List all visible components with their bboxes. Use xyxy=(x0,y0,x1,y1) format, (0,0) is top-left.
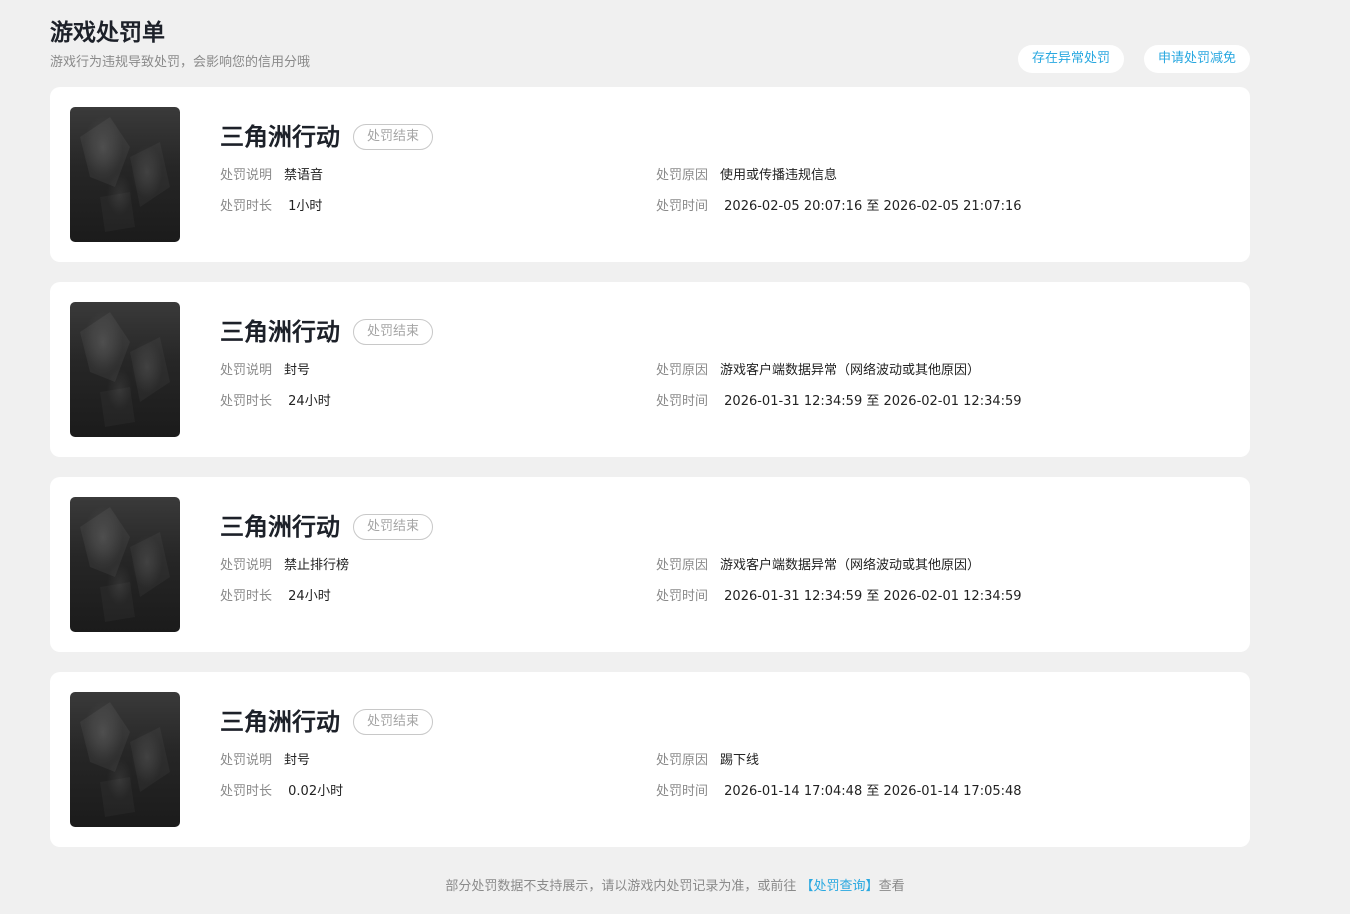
penalty-duration-label: 处罚时长 xyxy=(220,589,273,604)
penalty-duration-field: 处罚时长 1小时 xyxy=(220,198,322,216)
page-title: 游戏处罚单 xyxy=(50,20,165,46)
footer-text: 部分处罚数据不支持展示，请以游戏内处罚记录为准，或前往 xyxy=(445,879,801,894)
game-cover-image xyxy=(70,302,180,437)
penalty-reason-label: 处罚原因 xyxy=(656,558,709,573)
penalty-desc-value: 封号 xyxy=(284,363,311,378)
penalty-time-field: 处罚时间 2026-01-31 12:34:59 至 2026-02-01 12… xyxy=(656,588,1022,606)
abnormal-penalty-button[interactable]: 存在异常处罚 xyxy=(1017,45,1124,73)
penalty-reason-label: 处罚原因 xyxy=(656,363,709,378)
page-subtitle: 游戏行为违规导致处罚，会影响您的信用分哦 xyxy=(50,55,311,70)
penalty-time-label: 处罚时间 xyxy=(656,394,709,409)
status-badge: 处罚结束 xyxy=(353,319,434,345)
page-header: 游戏处罚单 游戏行为违规导致处罚，会影响您的信用分哦 xyxy=(50,18,310,72)
penalty-card: 三角洲行动 处罚结束 处罚说明 封号 处罚原因 游戏客户端数据异常（网络波动或其他原… xyxy=(50,282,1250,457)
status-badge: 处罚结束 xyxy=(353,124,434,150)
penalty-time-field: 处罚时间 2026-01-14 17:04:48 至 2026-01-14 17… xyxy=(656,783,1022,801)
penalty-card: 三角洲行动 处罚结束 处罚说明 禁语音 处罚原因 使用或传播违规信息 处罚时长 1小… xyxy=(50,87,1250,262)
penalty-time-label: 处罚时间 xyxy=(656,784,709,799)
penalty-reason-field: 处罚原因 踢下线 xyxy=(656,752,759,770)
game-cover-image xyxy=(70,497,180,632)
game-cover-image xyxy=(70,107,180,242)
game-cover-image xyxy=(70,692,180,827)
penalty-duration-field: 处罚时长 24小时 xyxy=(220,588,331,606)
penalty-duration-label: 处罚时长 xyxy=(220,199,273,214)
status-badge: 处罚结束 xyxy=(353,709,434,735)
penalty-time-value: 2026-01-31 12:34:59 至 2026-02-01 12:34:5… xyxy=(720,589,1022,604)
penalty-desc-value: 封号 xyxy=(284,753,311,768)
penalty-reason-value: 游戏客户端数据异常（网络波动或其他原因） xyxy=(720,363,981,378)
game-name: 三角洲行动 xyxy=(220,123,340,151)
penalty-time-value: 2026-01-14 17:04:48 至 2026-01-14 17:05:4… xyxy=(720,784,1022,799)
penalty-duration-value: 0.02小时 xyxy=(284,784,344,799)
footer-text-end: 查看 xyxy=(878,879,905,894)
penalty-duration-value: 24小时 xyxy=(284,589,331,604)
penalty-card: 三角洲行动 处罚结束 处罚说明 封号 处罚原因 踢下线 处罚时长 0.02小时 处罚… xyxy=(50,672,1250,847)
penalty-desc-field: 处罚说明 封号 xyxy=(220,752,310,770)
penalty-duration-label: 处罚时长 xyxy=(220,394,273,409)
header-actions: 存在异常处罚 申请处罚减免 xyxy=(1017,45,1250,73)
game-name: 三角洲行动 xyxy=(220,708,340,736)
penalty-duration-field: 处罚时长 0.02小时 xyxy=(220,783,343,801)
penalty-duration-field: 处罚时长 24小时 xyxy=(220,393,331,411)
penalty-reason-field: 处罚原因 使用或传播违规信息 xyxy=(656,167,837,185)
penalty-reason-value: 游戏客户端数据异常（网络波动或其他原因） xyxy=(720,558,981,573)
penalty-desc-field: 处罚说明 禁止排行榜 xyxy=(220,557,349,575)
penalty-reason-field: 处罚原因 游戏客户端数据异常（网络波动或其他原因） xyxy=(656,557,980,575)
penalty-card: 三角洲行动 处罚结束 处罚说明 禁止排行榜 处罚原因 游戏客户端数据异常（网络波动或… xyxy=(50,477,1250,652)
game-name: 三角洲行动 xyxy=(220,513,340,541)
footer-note: 部分处罚数据不支持展示，请以游戏内处罚记录为准，或前往 【处罚查询】查看 xyxy=(0,878,1350,896)
penalty-desc-field: 处罚说明 封号 xyxy=(220,362,310,380)
penalty-time-value: 2026-02-05 20:07:16 至 2026-02-05 21:07:1… xyxy=(720,199,1022,214)
penalty-desc-label: 处罚说明 xyxy=(220,168,273,183)
penalty-query-link[interactable]: 【处罚查询】 xyxy=(801,879,879,894)
penalty-time-label: 处罚时间 xyxy=(656,589,709,604)
penalty-reason-label: 处罚原因 xyxy=(656,753,709,768)
penalty-reason-value: 使用或传播违规信息 xyxy=(720,168,838,183)
penalty-time-label: 处罚时间 xyxy=(656,199,709,214)
penalty-duration-value: 1小时 xyxy=(284,199,323,214)
penalty-desc-field: 处罚说明 禁语音 xyxy=(220,167,323,185)
penalty-desc-value: 禁止排行榜 xyxy=(284,558,350,573)
penalty-desc-label: 处罚说明 xyxy=(220,558,273,573)
penalty-desc-label: 处罚说明 xyxy=(220,363,273,378)
penalty-time-field: 处罚时间 2026-01-31 12:34:59 至 2026-02-01 12… xyxy=(656,393,1022,411)
penalty-duration-label: 处罚时长 xyxy=(220,784,273,799)
penalty-reason-value: 踢下线 xyxy=(720,753,760,768)
penalty-time-value: 2026-01-31 12:34:59 至 2026-02-01 12:34:5… xyxy=(720,394,1022,409)
status-badge: 处罚结束 xyxy=(353,514,434,540)
penalty-duration-value: 24小时 xyxy=(284,394,331,409)
penalty-list: 三角洲行动 处罚结束 处罚说明 禁语音 处罚原因 使用或传播违规信息 处罚时长 1小… xyxy=(50,87,1250,867)
penalty-desc-value: 禁语音 xyxy=(284,168,324,183)
apply-reduction-button[interactable]: 申请处罚减免 xyxy=(1143,45,1250,73)
penalty-time-field: 处罚时间 2026-02-05 20:07:16 至 2026-02-05 21… xyxy=(656,198,1022,216)
penalty-desc-label: 处罚说明 xyxy=(220,753,273,768)
penalty-page: 游戏处罚单 游戏行为违规导致处罚，会影响您的信用分哦 存在异常处罚 申请处罚减免… xyxy=(0,0,1350,914)
penalty-reason-label: 处罚原因 xyxy=(656,168,709,183)
game-name: 三角洲行动 xyxy=(220,318,340,346)
penalty-reason-field: 处罚原因 游戏客户端数据异常（网络波动或其他原因） xyxy=(656,362,980,380)
